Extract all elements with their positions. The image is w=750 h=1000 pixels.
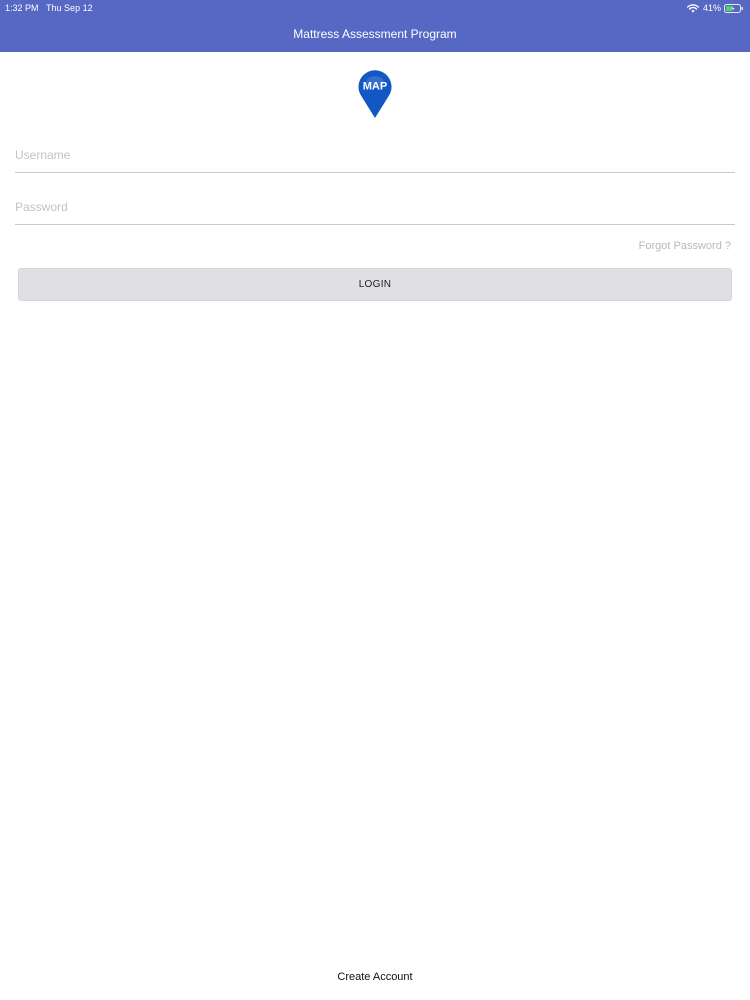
top-bar: 1:32 PM Thu Sep 12 41% Mattress Assessme…: [0, 0, 750, 52]
battery-icon: [724, 3, 743, 13]
username-field: [15, 140, 735, 173]
page-title: Mattress Assessment Program: [293, 27, 457, 41]
map-pin-logo: MAP: [358, 70, 392, 118]
logo-text: MAP: [363, 81, 387, 93]
status-time: 1:32 PM: [5, 3, 39, 13]
status-bar-right: 41%: [686, 2, 744, 14]
login-button[interactable]: LOGIN: [18, 268, 732, 301]
password-input[interactable]: [15, 192, 735, 222]
battery-percent: 41%: [702, 3, 721, 13]
status-date: Thu Sep 12: [46, 3, 93, 13]
create-account-link[interactable]: Create Account: [0, 971, 750, 984]
username-input[interactable]: [15, 140, 735, 170]
status-bar-left: 1:32 PM Thu Sep 12: [5, 2, 93, 14]
forgot-password-link[interactable]: Forgot Password ?: [639, 240, 731, 253]
wifi-icon: [686, 3, 699, 13]
login-button-label: LOGIN: [358, 279, 392, 290]
password-field: [15, 192, 735, 225]
